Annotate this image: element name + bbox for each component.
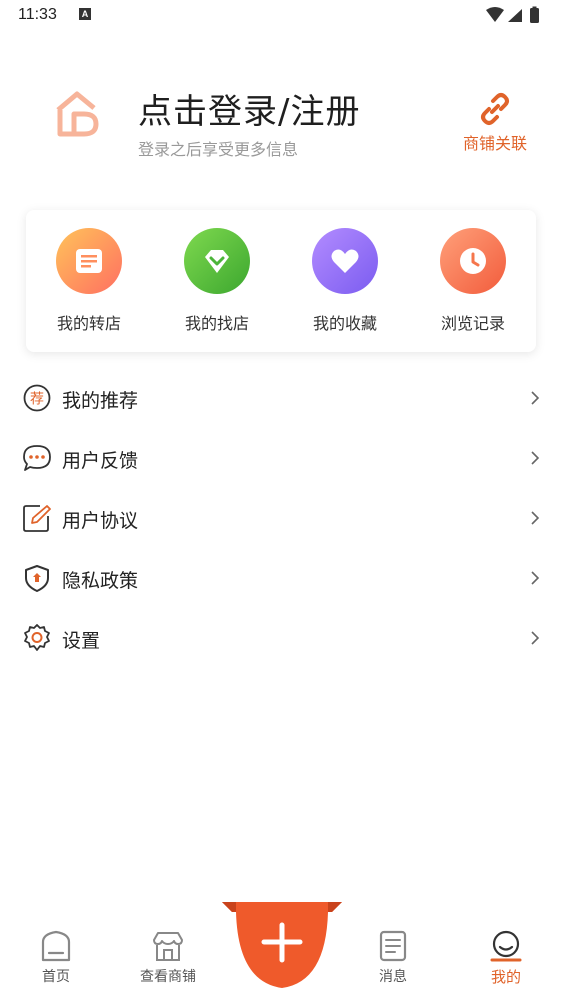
tab-home[interactable]: 首页 [11,930,101,994]
chevron-right-icon [531,511,540,525]
notification-icon: A [79,8,91,20]
bottom-tab-bar: 首页 查看商铺 消息 我的 [0,900,562,1000]
status-bar: 11:33 A [0,0,562,32]
tab-label: 首页 [42,969,70,985]
menu-item-label: 隐私政策 [62,570,139,592]
edit-document-icon [23,505,51,532]
my-transfer-shop-button[interactable]: 我的转店 [39,228,139,338]
avatar-logo-icon[interactable] [54,90,100,138]
menu-item-label: 用户协议 [62,510,139,532]
shop-link-label: 商铺关联 [462,134,527,153]
signal-icon [508,9,522,22]
my-favorites-button[interactable]: 我的收藏 [295,228,395,338]
tab-messages[interactable]: 消息 [348,930,438,994]
heart-icon [312,228,378,294]
quick-actions-card: 我的转店 我的找店 我的收藏 浏览记录 [26,210,536,352]
profile-header: 点击登录/注册 登录之后享受更多信息 商铺关联 [0,80,562,170]
store-list-icon [56,228,122,294]
chevron-right-icon [531,631,540,645]
menu-item-my-recommend[interactable]: 荐 我的推荐 [0,368,562,428]
tab-label: 消息 [379,969,407,985]
browse-history-button[interactable]: 浏览记录 [423,228,523,338]
menu-item-user-agreement[interactable]: 用户协议 [0,488,562,548]
tab-label: 我的 [490,968,521,986]
quick-action-label: 我的找店 [184,314,249,333]
chat-bubble-icon [23,445,51,471]
menu-item-label: 用户反馈 [62,450,139,472]
menu-item-label: 我的推荐 [62,390,139,412]
my-find-shop-button[interactable]: 我的找店 [167,228,267,338]
message-list-icon [379,930,407,962]
tab-view-shops[interactable]: 查看商铺 [123,930,213,994]
gear-icon [24,624,50,651]
tab-label: 查看商铺 [140,969,196,985]
svg-text:荐: 荐 [30,392,44,408]
status-time: 11:33 [18,6,57,23]
add-post-button[interactable] [222,900,342,990]
shield-lock-icon [25,565,49,592]
menu-item-label: 设置 [62,630,101,652]
login-subtitle: 登录之后享受更多信息 [138,140,299,159]
chevron-right-icon [531,451,540,465]
shop-link-button[interactable]: 商铺关联 [455,92,535,154]
settings-menu: 荐 我的推荐 用户反馈 用户协议 隐私政策 设置 [0,368,562,668]
profile-face-icon [490,930,522,962]
recommend-badge-icon: 荐 [23,384,51,412]
menu-item-user-feedback[interactable]: 用户反馈 [0,428,562,488]
diamond-icon [184,228,250,294]
clock-icon [440,228,506,294]
battery-icon [530,8,539,23]
system-status-icons [486,6,539,23]
quick-action-label: 浏览记录 [440,314,505,333]
storefront-icon [153,932,183,961]
quick-action-label: 我的转店 [56,314,121,333]
quick-action-label: 我的收藏 [312,314,377,333]
menu-item-settings[interactable]: 设置 [0,608,562,668]
chevron-right-icon [531,571,540,585]
tab-mine[interactable]: 我的 [461,930,551,994]
login-register-title[interactable]: 点击登录/注册 [138,84,360,133]
home-icon [41,930,71,962]
link-chain-icon [481,93,509,125]
wifi-icon [486,7,504,22]
chevron-right-icon [531,391,540,405]
menu-item-privacy-policy[interactable]: 隐私政策 [0,548,562,608]
